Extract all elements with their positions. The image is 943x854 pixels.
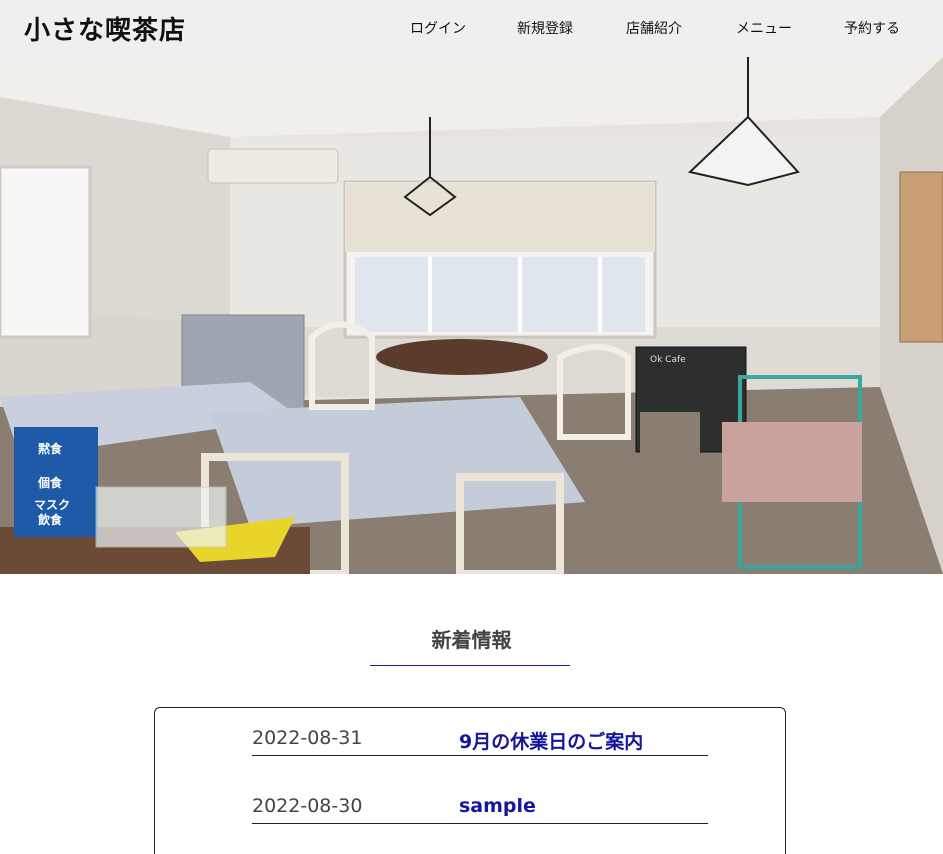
sign-line-2: 個食 xyxy=(37,475,63,490)
hero-cafe-photo: Ok Cafe 黙食 個食 マスク 飲食 xyxy=(0,57,943,574)
nav-register-link[interactable]: 新規登録 xyxy=(517,18,573,38)
nav-menu-link[interactable]: メニュー xyxy=(736,18,792,38)
site-header: 小さな喫茶店 ログイン 新規登録 店舗紹介 メニュー 予約する xyxy=(0,0,943,57)
news-title-link[interactable]: sample xyxy=(459,795,536,817)
nav-store-intro-link[interactable]: 店舗紹介 xyxy=(626,18,682,38)
news-list-item: 2022-08-31 9月の休業日のご案内 xyxy=(252,720,708,756)
nav-reservation-link[interactable]: 予約する xyxy=(844,18,900,38)
sign-line-3: マスク xyxy=(34,498,70,512)
news-heading-underline xyxy=(370,665,570,666)
news-date: 2022-08-31 xyxy=(252,727,363,749)
news-date: 2022-08-30 xyxy=(252,795,363,817)
sign-line-1: 黙食 xyxy=(38,441,63,456)
nav-login-link[interactable]: ログイン xyxy=(410,18,466,38)
news-section-heading: 新着情報 xyxy=(431,628,512,652)
news-title-link[interactable]: 9月の休業日のご案内 xyxy=(459,727,643,754)
news-list-item: 2022-08-30 sample xyxy=(252,788,708,824)
main-nav: ログイン 新規登録 店舗紹介 メニュー 予約する xyxy=(0,18,943,38)
chalkboard-title: Ok Cafe xyxy=(650,355,686,365)
sign-line-4: 飲食 xyxy=(37,512,63,527)
